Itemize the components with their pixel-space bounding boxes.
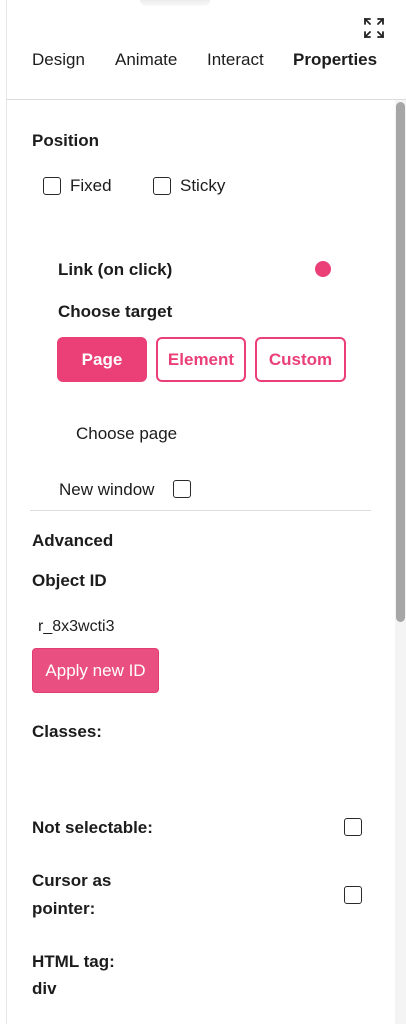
target-element-button[interactable]: Element	[156, 337, 246, 382]
sticky-label: Sticky	[180, 176, 226, 195]
cursor-pointer-label-line1: Cursor as	[32, 871, 112, 890]
section-divider	[30, 510, 371, 511]
apply-new-id-button[interactable]: Apply new ID	[32, 648, 159, 693]
tab-design[interactable]: Design	[32, 50, 85, 70]
target-page-button[interactable]: Page	[57, 337, 147, 382]
fixed-checkbox[interactable]	[43, 177, 61, 195]
html-tag-label: HTML tag:	[32, 952, 115, 971]
object-id-value[interactable]: r_8x3wcti3	[38, 618, 114, 636]
link-heading: Link (on click)	[58, 260, 173, 279]
new-window-label: New window	[59, 480, 155, 499]
choose-page-select[interactable]: Choose page	[76, 424, 177, 444]
html-tag-value[interactable]: div	[32, 979, 57, 999]
not-selectable-checkbox[interactable]	[344, 818, 362, 836]
fixed-label: Fixed	[70, 176, 112, 195]
advanced-heading: Advanced	[32, 531, 114, 550]
tab-animate[interactable]: Animate	[115, 50, 177, 70]
properties-panel: Design Animate Interact Properties Posit…	[0, 0, 406, 1024]
not-selectable-label: Not selectable:	[32, 818, 153, 837]
tabs-divider	[7, 99, 406, 100]
target-custom-button[interactable]: Custom	[255, 337, 346, 382]
position-heading: Position	[32, 131, 100, 150]
expand-icon[interactable]	[363, 17, 385, 39]
link-status-indicator[interactable]	[315, 261, 331, 277]
tab-interact[interactable]: Interact	[207, 50, 264, 70]
sticky-checkbox[interactable]	[153, 177, 171, 195]
panel-drag-grip[interactable]	[140, 0, 210, 6]
panel-left-border	[6, 0, 7, 1024]
cursor-pointer-checkbox[interactable]	[344, 886, 362, 904]
choose-target-label: Choose target	[58, 302, 173, 321]
object-id-label: Object ID	[32, 571, 107, 590]
panel-tabs: Design Animate Interact Properties	[0, 50, 406, 72]
scrollbar-thumb[interactable]	[396, 102, 405, 622]
classes-label: Classes:	[32, 722, 102, 741]
tab-properties[interactable]: Properties	[293, 50, 377, 70]
new-window-checkbox[interactable]	[173, 480, 191, 498]
cursor-pointer-label-line2: pointer:	[32, 899, 96, 918]
